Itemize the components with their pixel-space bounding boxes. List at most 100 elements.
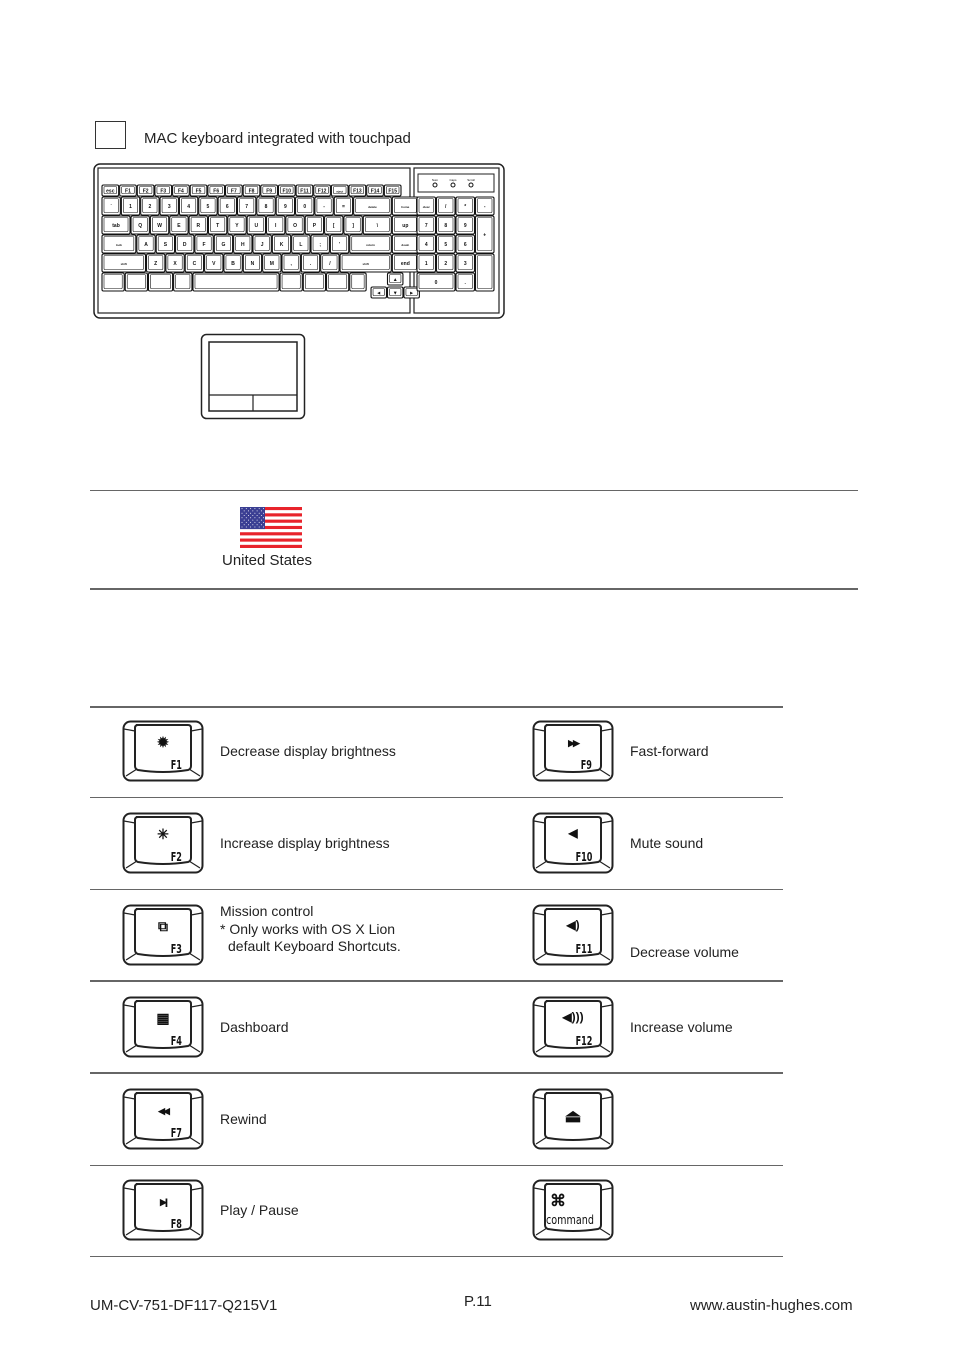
keyboard-key: , — [281, 253, 301, 273]
keyboard-key: H — [233, 234, 253, 254]
keyboard-key: W — [149, 215, 170, 235]
svg-text:C: C — [193, 261, 197, 267]
keyboard-key: F9 — [260, 184, 279, 197]
keyboard-key: I — [265, 215, 286, 235]
keyboard-key: Q — [130, 215, 150, 235]
numpad-key: 8 — [435, 215, 456, 235]
eject-icon: ⏏ — [564, 1106, 582, 1126]
svg-text:B: B — [231, 261, 235, 267]
keyboard-key: delete — [353, 196, 392, 216]
flag-star — [263, 508, 264, 510]
keyboard-key: V — [204, 253, 224, 273]
svg-text:shift: shift — [363, 262, 369, 266]
flag-star — [260, 510, 262, 512]
flag-star — [243, 519, 245, 521]
flag-star — [245, 521, 247, 523]
indicator-led — [450, 182, 456, 188]
flag-star — [256, 510, 258, 512]
key-label: F3 — [170, 942, 182, 956]
mission-control-icon: ⧉ — [158, 918, 168, 934]
flag-star — [256, 519, 258, 521]
keyboard-key: F15 — [383, 184, 402, 197]
svg-text:3: 3 — [464, 261, 467, 267]
svg-text:8: 8 — [444, 223, 447, 229]
flag-stripe — [240, 541, 302, 546]
svg-text:6: 6 — [226, 204, 229, 210]
flag-star — [250, 521, 252, 523]
svg-text:F7: F7 — [231, 189, 237, 195]
website-link[interactable]: www.austin-hughes.com — [690, 1297, 853, 1314]
flag-star — [260, 519, 262, 521]
volume-down-icon: ◀) — [566, 918, 580, 932]
keyboard-key: Z — [145, 253, 166, 273]
svg-text:F1: F1 — [125, 189, 131, 195]
keyboard-key: 6 — [217, 196, 238, 216]
flag-star — [263, 517, 264, 519]
rewind-icon: ◀◀ — [158, 1106, 170, 1116]
keyboard-key: F3 — [154, 184, 173, 197]
svg-text:lock: lock — [116, 243, 122, 247]
keyboard-key: C — [184, 253, 205, 273]
svg-text:3: 3 — [168, 204, 171, 210]
arrow-key: ▲ — [386, 272, 404, 286]
flag-star — [243, 524, 245, 526]
section-heading: MAC keyboard integrated with touchpad — [144, 130, 411, 147]
numpad-key: 4 — [416, 234, 437, 254]
us-flag-icon — [240, 507, 302, 549]
keyboard-key: ] — [343, 215, 363, 235]
keyboard-key: shift — [101, 253, 147, 273]
arrow-key: ◄ — [370, 286, 388, 299]
svg-text:1: 1 — [129, 204, 132, 210]
keyboard-key: F10 — [277, 184, 296, 197]
key-label: F4 — [170, 1034, 182, 1048]
divider — [90, 490, 858, 492]
flag-star — [263, 526, 264, 528]
flag-star — [250, 517, 252, 519]
keycap-f12: ◀))) F12 — [532, 996, 614, 1058]
keyboard-key: return — [349, 234, 392, 254]
svg-text:G: G — [221, 242, 225, 248]
flag-star — [258, 512, 260, 514]
svg-text:clear: clear — [423, 205, 431, 209]
flag-star — [252, 524, 254, 526]
hotkey-description: Dashboard — [220, 1019, 289, 1035]
keycap-f4: ▦ F4 — [122, 996, 204, 1058]
flag-star — [241, 517, 243, 519]
flag-star — [258, 508, 260, 510]
key-label: F7 — [170, 1126, 182, 1140]
svg-text:1: 1 — [425, 261, 428, 267]
flag-star — [250, 512, 252, 514]
keyboard-key: esc — [101, 184, 120, 197]
svg-text:F8: F8 — [249, 189, 255, 195]
svg-text:*: * — [464, 204, 466, 210]
keyboard-key: F5 — [189, 184, 208, 197]
keyboard-key: ' — [329, 234, 350, 254]
keyboard-key: 8 — [256, 196, 276, 216]
flag-stripe — [240, 529, 302, 533]
numpad-key: + — [474, 215, 495, 254]
svg-text:eject: eject — [336, 190, 343, 194]
svg-text:=: = — [342, 204, 345, 210]
svg-text:F: F — [203, 242, 206, 248]
numpad-key: 9 — [455, 215, 476, 235]
flag-star — [258, 521, 260, 523]
keyboard-key: 9 — [275, 196, 296, 216]
keyboard-key: X — [165, 253, 185, 273]
keyboard-key: F1 — [119, 184, 137, 197]
keyboard-key: J — [252, 234, 272, 254]
keyboard-key: 7 — [236, 196, 257, 216]
keyboard-key: down — [391, 234, 419, 254]
svg-text:8: 8 — [265, 204, 268, 210]
keyboard-key — [173, 272, 193, 292]
option-checkbox[interactable] — [95, 121, 126, 149]
hotkey-description: Play / Pause — [220, 1202, 299, 1218]
svg-text:0: 0 — [303, 204, 306, 210]
keyboard-key: S — [155, 234, 176, 254]
flag-star — [245, 517, 247, 519]
mute-icon: ◀ — [568, 826, 578, 840]
svg-text:O: O — [293, 223, 297, 229]
svg-text:J: J — [261, 242, 264, 248]
flag-star — [245, 526, 247, 528]
description-note: default Keyboard Shortcuts. — [228, 938, 401, 954]
flag-star — [245, 512, 247, 514]
